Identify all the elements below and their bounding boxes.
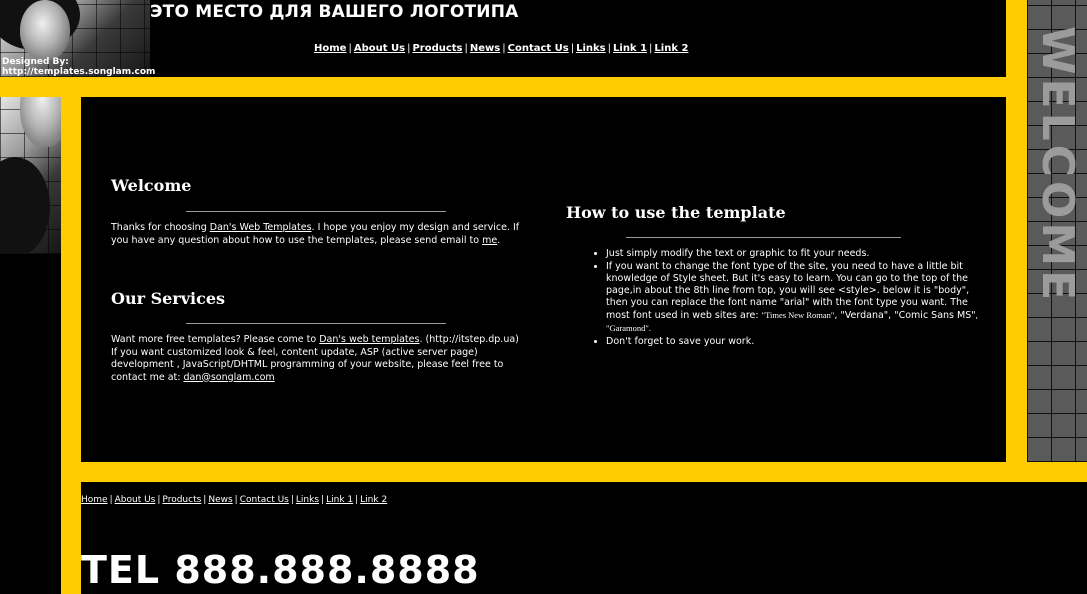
designed-by-url[interactable]: http://templates.songlam.com bbox=[2, 67, 155, 77]
designed-by: Designed By: http://templates.songlam.co… bbox=[2, 57, 155, 77]
top-nav: Home | About Us | Products | News | Contact Us | L… bbox=[314, 43, 689, 54]
footer-nav-home[interactable]: Home bbox=[81, 495, 108, 505]
howto-item: Just simply modify the text or graphic t… bbox=[606, 248, 981, 260]
howto-item: If you want to change the font type of t… bbox=[606, 261, 981, 335]
welcome-side-banner: WELCOME bbox=[1027, 0, 1087, 462]
welcome-banner-text: WELCOME bbox=[1032, 25, 1083, 305]
side-portrait-image bbox=[0, 97, 61, 254]
services-text-part: Want more free templates? Please come to bbox=[111, 334, 320, 345]
howto-list: Just simply modify the text or graphic t… bbox=[592, 248, 981, 348]
howto-section: How to use the template Just simply modi… bbox=[566, 203, 981, 349]
welcome-title: Welcome bbox=[111, 176, 192, 195]
font-example-verdana: , "Verdana", bbox=[834, 310, 892, 321]
nav-home[interactable]: Home bbox=[314, 43, 346, 54]
welcome-text-part: . bbox=[497, 234, 501, 246]
font-example-comic: "Comic Sans MS" bbox=[894, 310, 976, 321]
frame-vertical-right bbox=[1006, 0, 1027, 462]
welcome-text: Thanks for choosing Dan's Web Templates.… bbox=[111, 222, 523, 247]
footer-nav-links[interactable]: Links bbox=[296, 495, 319, 505]
designed-by-label: Designed By: bbox=[2, 57, 69, 67]
dans-web-templates-link-2[interactable]: Dan's web templates bbox=[319, 334, 419, 345]
services-divider bbox=[186, 323, 446, 324]
frame-vertical-left bbox=[61, 97, 81, 594]
footer-nav-link-2[interactable]: Link 2 bbox=[360, 495, 387, 505]
footer-nav-about-us[interactable]: About Us bbox=[115, 495, 156, 505]
footer-nav-products[interactable]: Products bbox=[162, 495, 201, 505]
welcome-text-part: Thanks for choosing bbox=[111, 222, 210, 233]
footer-nav-contact-us[interactable]: Contact Us bbox=[240, 495, 289, 505]
contact-email-link[interactable]: dan@songlam.com bbox=[183, 372, 274, 383]
footer-nav-link-1[interactable]: Link 1 bbox=[326, 495, 353, 505]
howto-item: Don't forget to save your work. bbox=[606, 336, 981, 348]
nav-news[interactable]: News bbox=[470, 43, 500, 54]
nav-products[interactable]: Products bbox=[412, 43, 462, 54]
welcome-section: Welcome Thanks for choosing Dan's Web Te… bbox=[111, 176, 523, 247]
nav-links[interactable]: Links bbox=[576, 43, 606, 54]
nav-link-2[interactable]: Link 2 bbox=[654, 43, 688, 54]
logo-placeholder: ЭТО МЕСТО ДЛЯ ВАШЕГО ЛОГОТИПА bbox=[150, 2, 519, 22]
services-text: Want more free templates? Please come to… bbox=[111, 334, 523, 384]
welcome-divider bbox=[186, 211, 446, 212]
nav-about-us[interactable]: About Us bbox=[354, 43, 405, 54]
services-title: Our Services bbox=[111, 289, 226, 308]
nav-contact-us[interactable]: Contact Us bbox=[508, 43, 569, 54]
services-section: Our Services Want more free templates? P… bbox=[111, 289, 523, 384]
footer-nav: Home | About Us | Products | News | Contact Us | L… bbox=[81, 495, 388, 505]
frame-horizontal-bottom bbox=[81, 462, 1087, 482]
footer-nav-news[interactable]: News bbox=[208, 495, 232, 505]
frame-horizontal-top bbox=[0, 77, 1027, 97]
telephone-number: TEL 888.888.8888 bbox=[81, 548, 480, 592]
howto-title: How to use the template bbox=[566, 203, 786, 222]
dans-web-templates-link[interactable]: Dan's Web Templates bbox=[210, 222, 312, 233]
email-me-link[interactable]: me bbox=[482, 235, 497, 246]
nav-link-1[interactable]: Link 1 bbox=[613, 43, 647, 54]
howto-divider bbox=[626, 237, 901, 238]
font-example-times: "Times New Roman" bbox=[761, 310, 835, 320]
